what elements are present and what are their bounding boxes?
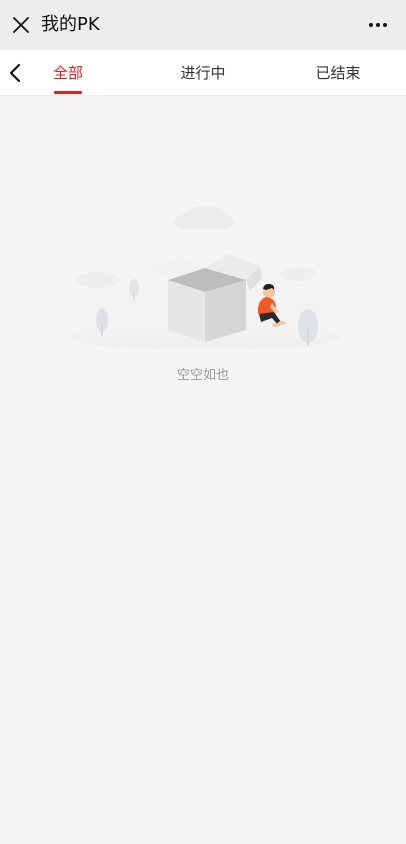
chevron-left-icon	[9, 63, 21, 83]
empty-state-message: 空空如也	[176, 368, 229, 383]
close-button[interactable]	[8, 12, 34, 38]
more-button[interactable]	[364, 12, 392, 38]
active-tab-indicator	[54, 91, 82, 94]
empty-box-illustration	[70, 206, 340, 350]
content-area: 空空如也	[0, 96, 406, 844]
more-icon	[369, 23, 387, 27]
page-title: 我的PK	[41, 14, 100, 35]
tab-all[interactable]: 全部	[46, 50, 90, 96]
close-icon	[13, 17, 29, 33]
tab-bar: 全部 进行中 已结束	[0, 50, 406, 96]
tab-ongoing[interactable]: 进行中	[174, 50, 232, 96]
back-button[interactable]	[2, 60, 28, 86]
top-bar: 我的PK	[0, 0, 406, 50]
tab-ended[interactable]: 已结束	[309, 50, 367, 96]
